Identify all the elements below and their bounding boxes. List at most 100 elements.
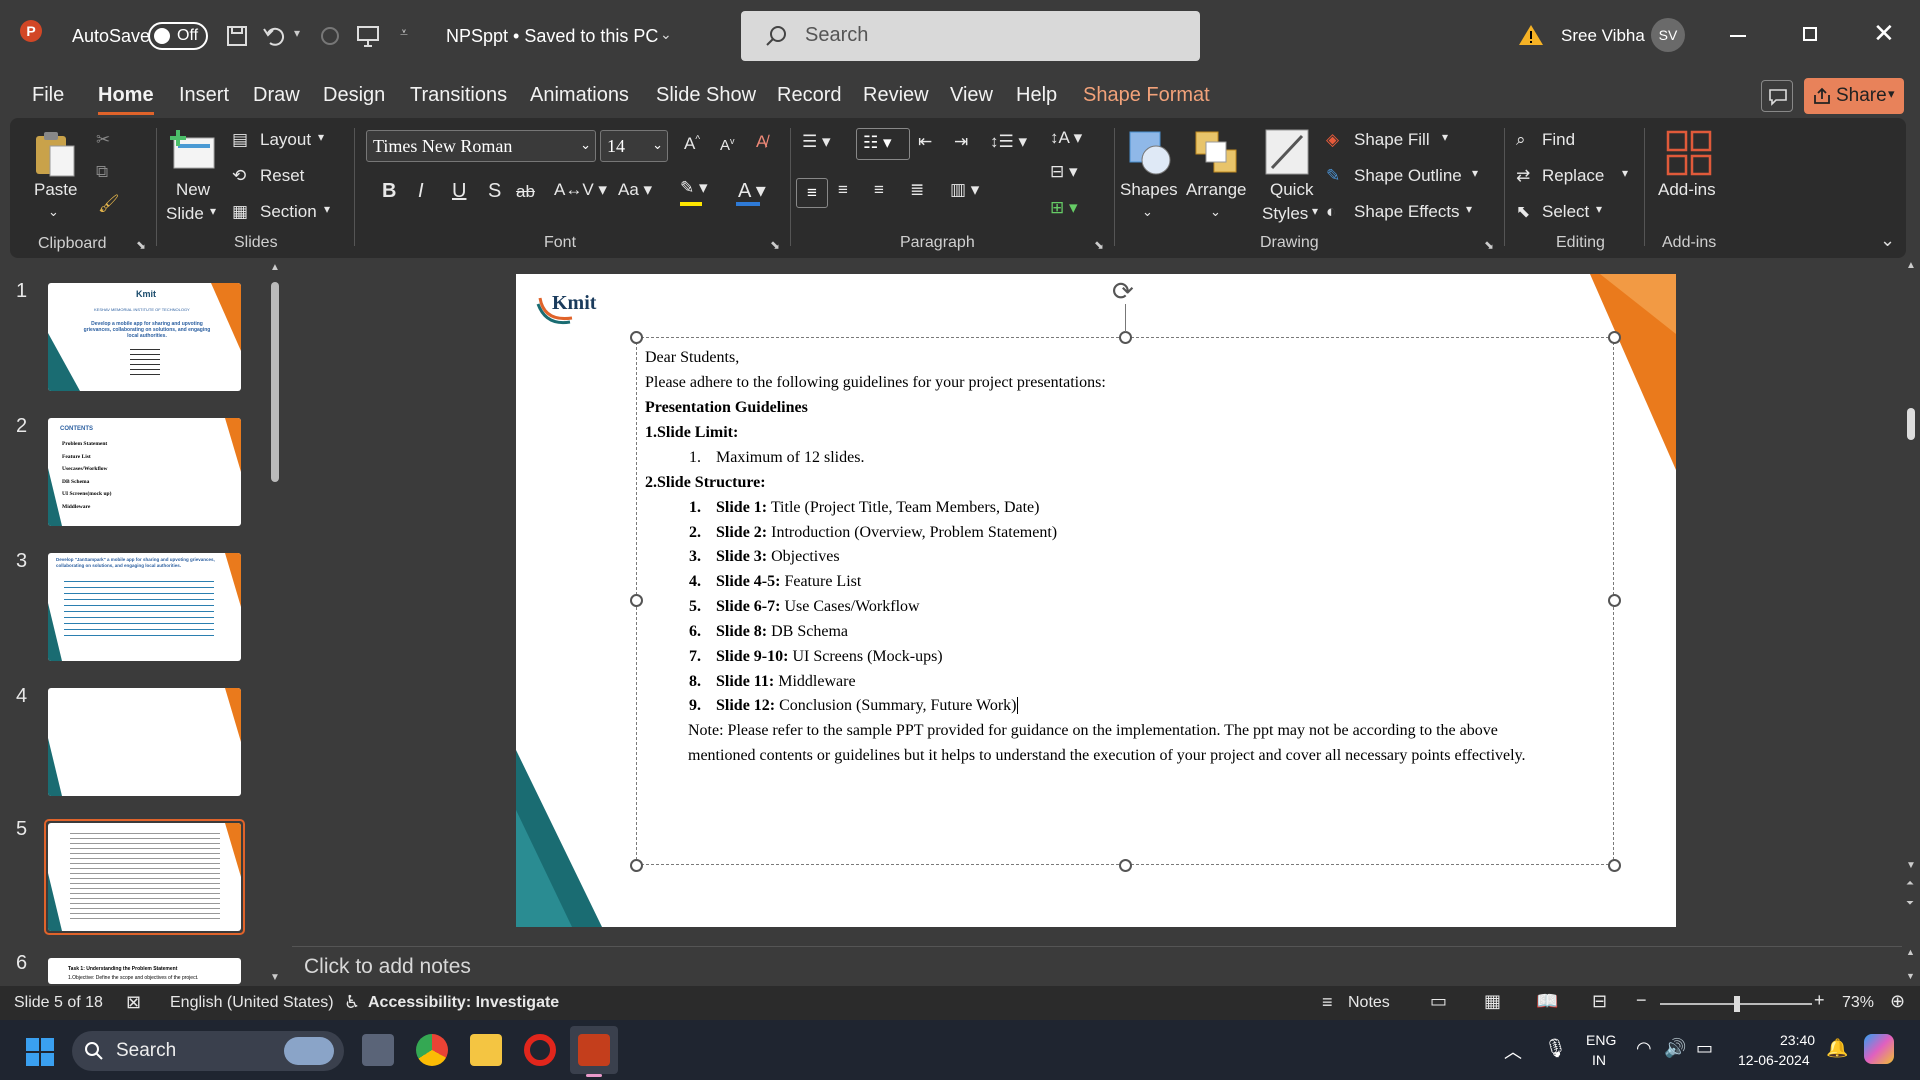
text-direction-icon[interactable]: ↕A ▾ xyxy=(1050,128,1082,148)
replace-chevron-icon[interactable]: ▾ xyxy=(1622,166,1628,180)
select-chevron-icon[interactable]: ▾ xyxy=(1596,202,1602,216)
change-case-icon[interactable]: Aa ▾ xyxy=(618,180,652,200)
scroll-up-icon[interactable]: ▲ xyxy=(270,262,280,273)
new-slide-label-2[interactable]: Slide xyxy=(166,204,204,224)
section-icon[interactable]: ▦ xyxy=(232,202,248,222)
calculator-icon[interactable] xyxy=(362,1034,394,1066)
section-button[interactable]: Section xyxy=(260,202,317,222)
justify-icon[interactable]: ≣ xyxy=(910,180,924,200)
fit-to-window-icon[interactable]: ⊕ xyxy=(1890,991,1905,1012)
quick-styles-chevron-icon[interactable]: ▾ xyxy=(1312,204,1318,218)
thumbnail-scrollbar[interactable]: ▲ ▼ xyxy=(270,262,280,983)
redo-icon[interactable] xyxy=(318,25,342,47)
increase-font-icon[interactable]: A^ xyxy=(684,134,700,154)
close-icon[interactable]: ✕ xyxy=(1873,18,1895,49)
align-left-button[interactable]: ≡ xyxy=(796,178,828,208)
chrome-icon[interactable] xyxy=(416,1034,448,1066)
paragraph-dialog-launcher-icon[interactable]: ⬊ xyxy=(1094,238,1104,252)
clear-formatting-icon[interactable]: A̸ xyxy=(756,132,767,152)
normal-view-icon[interactable]: ▭ xyxy=(1430,991,1447,1012)
character-spacing-icon[interactable]: A↔V ▾ xyxy=(554,180,607,200)
slide-thumbnail-2[interactable]: CONTENTS Problem Statement Feature List … xyxy=(48,418,241,526)
save-icon[interactable] xyxy=(226,25,248,47)
line-spacing-icon[interactable]: ↕☰ ▾ xyxy=(990,132,1027,152)
language-line-2[interactable]: IN xyxy=(1592,1052,1606,1068)
shapes-label[interactable]: Shapes xyxy=(1120,180,1178,200)
zoom-in-icon[interactable]: + xyxy=(1814,990,1825,1011)
microphone-icon[interactable]: 🎙 xyxy=(1544,1038,1567,1059)
slide-canvas[interactable]: Kmit ⟳ Dear Students, Please adhere to t… xyxy=(516,274,1676,927)
zoom-out-icon[interactable]: − xyxy=(1636,990,1647,1011)
bullets-icon[interactable]: ☰ ▾ xyxy=(802,132,831,152)
scroll-thumb[interactable] xyxy=(1907,408,1915,440)
tab-help[interactable]: Help xyxy=(1016,84,1057,107)
resize-handle[interactable] xyxy=(1608,331,1621,344)
copilot-icon[interactable] xyxy=(1864,1034,1894,1064)
resize-handle[interactable] xyxy=(1119,859,1132,872)
copy-icon[interactable]: ⧉ xyxy=(96,162,108,182)
find-icon[interactable]: ⌕ xyxy=(1516,130,1526,150)
clipboard-dialog-launcher-icon[interactable]: ⬊ xyxy=(136,238,146,252)
minimize-icon[interactable] xyxy=(1730,35,1746,37)
file-explorer-icon[interactable] xyxy=(470,1034,502,1066)
tab-animations[interactable]: Animations xyxy=(530,84,629,107)
battery-icon[interactable]: ▭ xyxy=(1696,1038,1713,1059)
reset-icon[interactable]: ⟲ xyxy=(232,166,246,186)
language-status[interactable]: English (United States) xyxy=(170,994,334,1012)
scroll-down-icon[interactable]: ▼ xyxy=(1906,971,1915,981)
align-text-icon[interactable]: ⊟ ▾ xyxy=(1050,162,1078,182)
notification-bell-icon[interactable]: 🔔 xyxy=(1826,1038,1848,1059)
new-slide-chevron-icon[interactable]: ▾ xyxy=(210,204,216,218)
notes-toggle-icon[interactable]: ≡ xyxy=(1322,992,1333,1013)
spelling-check-icon[interactable]: ⊠ xyxy=(126,992,141,1013)
quick-styles-icon[interactable] xyxy=(1264,128,1310,176)
columns-icon[interactable]: ▥ ▾ xyxy=(950,180,979,200)
scroll-down-icon[interactable]: ▼ xyxy=(270,972,280,983)
tab-home[interactable]: Home xyxy=(98,84,154,107)
slide-sorter-icon[interactable]: ▦ xyxy=(1484,991,1501,1012)
shapes-icon[interactable] xyxy=(1126,128,1174,176)
shape-outline-icon[interactable]: ✎ xyxy=(1326,166,1340,186)
shape-fill-button[interactable]: Shape Fill xyxy=(1354,130,1430,150)
slide-thumbnail-1[interactable]: Kmit KESHAV MEMORIAL INSTITUTE OF TECHNO… xyxy=(48,283,241,391)
replace-icon[interactable]: ⇄ xyxy=(1516,166,1530,186)
paste-icon[interactable] xyxy=(32,128,76,178)
reset-button[interactable]: Reset xyxy=(260,166,304,186)
resize-handle[interactable] xyxy=(630,594,643,607)
notes-placeholder[interactable]: Click to add notes xyxy=(304,955,471,979)
notes-toggle[interactable]: Notes xyxy=(1348,994,1390,1012)
shape-outline-button[interactable]: Shape Outline xyxy=(1354,166,1462,186)
user-name[interactable]: Sree Vibha xyxy=(1561,26,1645,46)
cut-icon[interactable]: ✂ xyxy=(96,130,110,150)
windows-start-icon[interactable] xyxy=(26,1038,54,1066)
zoom-slider-thumb[interactable] xyxy=(1734,996,1741,1012)
decrease-indent-icon[interactable]: ⇤ xyxy=(918,132,932,152)
tab-file[interactable]: File xyxy=(32,84,64,107)
shape-fill-icon[interactable]: ◈ xyxy=(1326,130,1339,150)
slide-show-icon[interactable]: ⊟ xyxy=(1592,991,1607,1012)
zoom-slider-track[interactable] xyxy=(1660,996,1812,1012)
title-chevron-down-icon[interactable]: ⌄ xyxy=(660,26,672,43)
restore-icon[interactable] xyxy=(1803,27,1817,41)
numbering-button[interactable]: ☷ ▾ xyxy=(856,128,910,160)
scroll-down-icon[interactable]: ▼ xyxy=(1906,860,1916,871)
tab-insert[interactable]: Insert xyxy=(179,84,229,107)
share-button[interactable]: Share ▾ xyxy=(1804,78,1904,114)
tab-transitions[interactable]: Transitions xyxy=(410,84,507,107)
tab-review[interactable]: Review xyxy=(863,84,929,107)
italic-button[interactable]: I xyxy=(418,180,424,203)
editor-vertical-scrollbar[interactable]: ▲ ▼ ⏶ ⏷ xyxy=(1904,260,1918,942)
arrange-chevron-icon[interactable]: ⌄ xyxy=(1210,204,1221,220)
opera-icon[interactable] xyxy=(524,1034,556,1066)
select-button[interactable]: Select xyxy=(1542,202,1589,222)
select-icon[interactable]: ⬉ xyxy=(1516,202,1530,222)
smartart-icon[interactable]: ⊞ ▾ xyxy=(1050,198,1078,218)
layout-chevron-icon[interactable]: ▾ xyxy=(318,130,324,144)
section-chevron-icon[interactable]: ▾ xyxy=(324,202,330,216)
resize-handle[interactable] xyxy=(630,331,643,344)
clock-time[interactable]: 23:40 xyxy=(1780,1032,1815,1048)
notes-scrollbar[interactable]: ▲ ▼ xyxy=(1906,947,1916,987)
document-title[interactable]: NPSppt • Saved to this PC xyxy=(446,26,658,47)
strikethrough-button[interactable]: ab xyxy=(516,182,535,202)
shape-effects-button[interactable]: Shape Effects xyxy=(1354,202,1460,222)
